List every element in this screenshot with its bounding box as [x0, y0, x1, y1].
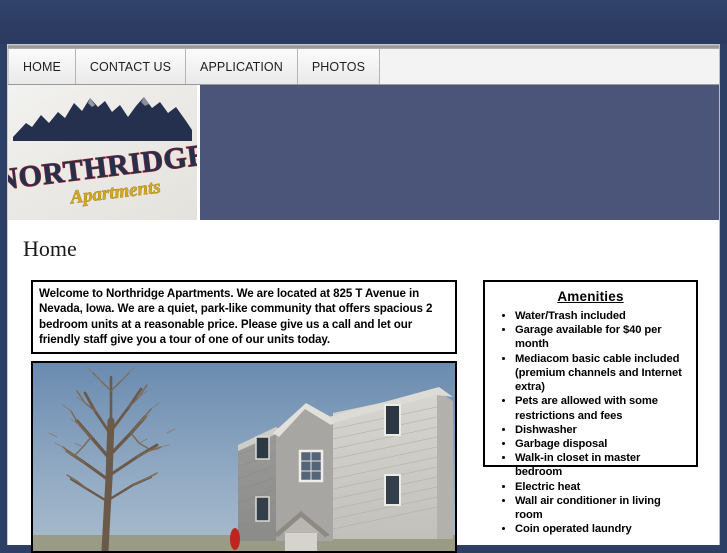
- page-title: Home: [23, 236, 77, 261]
- list-item: Garage available for $40 per month: [515, 323, 690, 351]
- welcome-box: Welcome to Northridge Apartments. We are…: [31, 280, 457, 355]
- page-content: Home Welcome to Northridge Apartments. W…: [8, 220, 719, 553]
- nav-tab-home[interactable]: HOME: [8, 49, 76, 84]
- logo-cell[interactable]: NORTHRIDGE Apartments: [8, 85, 197, 220]
- main-column: Welcome to Northridge Apartments. We are…: [31, 280, 457, 553]
- nav-tab-home-label: HOME: [23, 59, 61, 74]
- list-item: Wall air conditioner in living room: [515, 494, 690, 522]
- nav-tab-contact-us-label: CONTACT US: [89, 59, 172, 74]
- nav-tab-application-label: APPLICATION: [200, 59, 283, 74]
- site-header: NORTHRIDGE Apartments: [8, 85, 719, 220]
- navigation-bar: HOME CONTACT US APPLICATION PHOTOS: [8, 44, 719, 85]
- list-item: Pets are allowed with some restrictions …: [515, 394, 690, 422]
- primary-nav: HOME CONTACT US APPLICATION PHOTOS: [8, 49, 381, 84]
- site-container: HOME CONTACT US APPLICATION PHOTOS NORTH…: [7, 44, 720, 553]
- nav-tab-contact-us[interactable]: CONTACT US: [75, 49, 187, 84]
- nav-tab-photos-label: PHOTOS: [311, 59, 366, 74]
- northridge-logo-icon: NORTHRIDGE Apartments: [8, 97, 197, 209]
- list-item: Coin operated laundry: [515, 522, 690, 536]
- amenities-title: Amenities: [557, 289, 624, 304]
- welcome-text: Welcome to Northridge Apartments. We are…: [39, 287, 433, 346]
- apartment-building-photo-icon: [33, 363, 455, 552]
- nav-tab-application[interactable]: APPLICATION: [186, 49, 298, 84]
- building-photo: [31, 361, 457, 553]
- header-banner: [197, 85, 719, 220]
- list-item: Dishwasher: [515, 423, 690, 437]
- top-banner-band: [0, 0, 727, 44]
- amenities-box: Amenities Water/Trash included Garage av…: [483, 280, 698, 535]
- list-item: Garbage disposal: [515, 437, 690, 451]
- list-item: Mediacom basic cable included (premium c…: [515, 352, 690, 395]
- nav-tab-photos[interactable]: PHOTOS: [297, 49, 381, 84]
- list-item: Water/Trash included: [515, 309, 690, 323]
- list-item: Electric heat: [515, 480, 690, 494]
- amenities-list: Water/Trash included Garage available fo…: [515, 309, 690, 537]
- list-item: Walk-in closet in master bedroom: [515, 451, 690, 479]
